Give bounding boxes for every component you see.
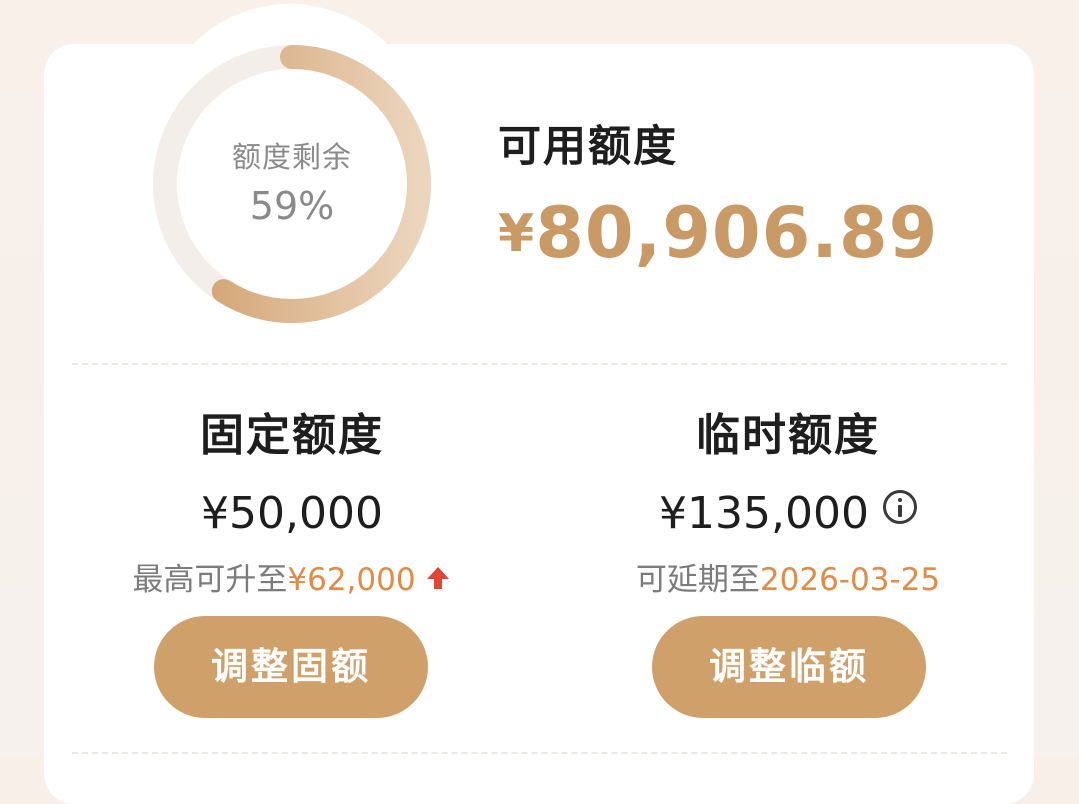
fixed-quota-amount: ¥50,000 — [201, 488, 383, 539]
fixed-max-amount: ¥62,000 — [287, 562, 416, 598]
fixed-max-prefix: 最高可升至 — [132, 562, 288, 598]
available-title: 可用额度 — [498, 122, 678, 172]
temporary-quota-title: 临时额度 — [696, 410, 880, 461]
up-arrow-icon — [426, 567, 449, 589]
ring-percent: 59% — [249, 184, 335, 228]
temporary-quota-amount: ¥135,000 — [659, 488, 869, 539]
divider-bottom — [72, 752, 1007, 754]
adjust-temporary-quota-button[interactable]: 调整临额 — [652, 616, 926, 718]
ring-label: 额度剩余 — [231, 140, 352, 174]
temporary-quota-extend: 可延期至2026-03-25 — [538, 558, 1038, 602]
fixed-quota-title: 固定额度 — [200, 410, 384, 461]
available-currency: ¥ — [498, 204, 536, 264]
adjust-fixed-quota-button[interactable]: 调整固额 — [154, 616, 428, 718]
fixed-quota-section: 固定额度 ¥50,000 最高可升至¥62,000 — [42, 408, 542, 602]
temporary-extend-date: 2026-03-25 — [759, 562, 941, 598]
available-amount: ¥80,906.89 — [498, 192, 938, 274]
temporary-quota-section: 临时额度 ¥135,000 可延期至2026-03-25 — [538, 408, 1038, 602]
quota-ring: 额度剩余 59% — [152, 44, 432, 324]
divider-top — [72, 363, 1007, 365]
available-number: 80,906.89 — [535, 192, 939, 274]
fixed-quota-max: 最高可升至¥62,000 — [42, 558, 542, 602]
temporary-quota-amount-row: ¥135,000 — [538, 486, 1038, 542]
temporary-extend-prefix: 可延期至 — [635, 562, 760, 598]
info-circle-icon[interactable] — [882, 490, 917, 524]
